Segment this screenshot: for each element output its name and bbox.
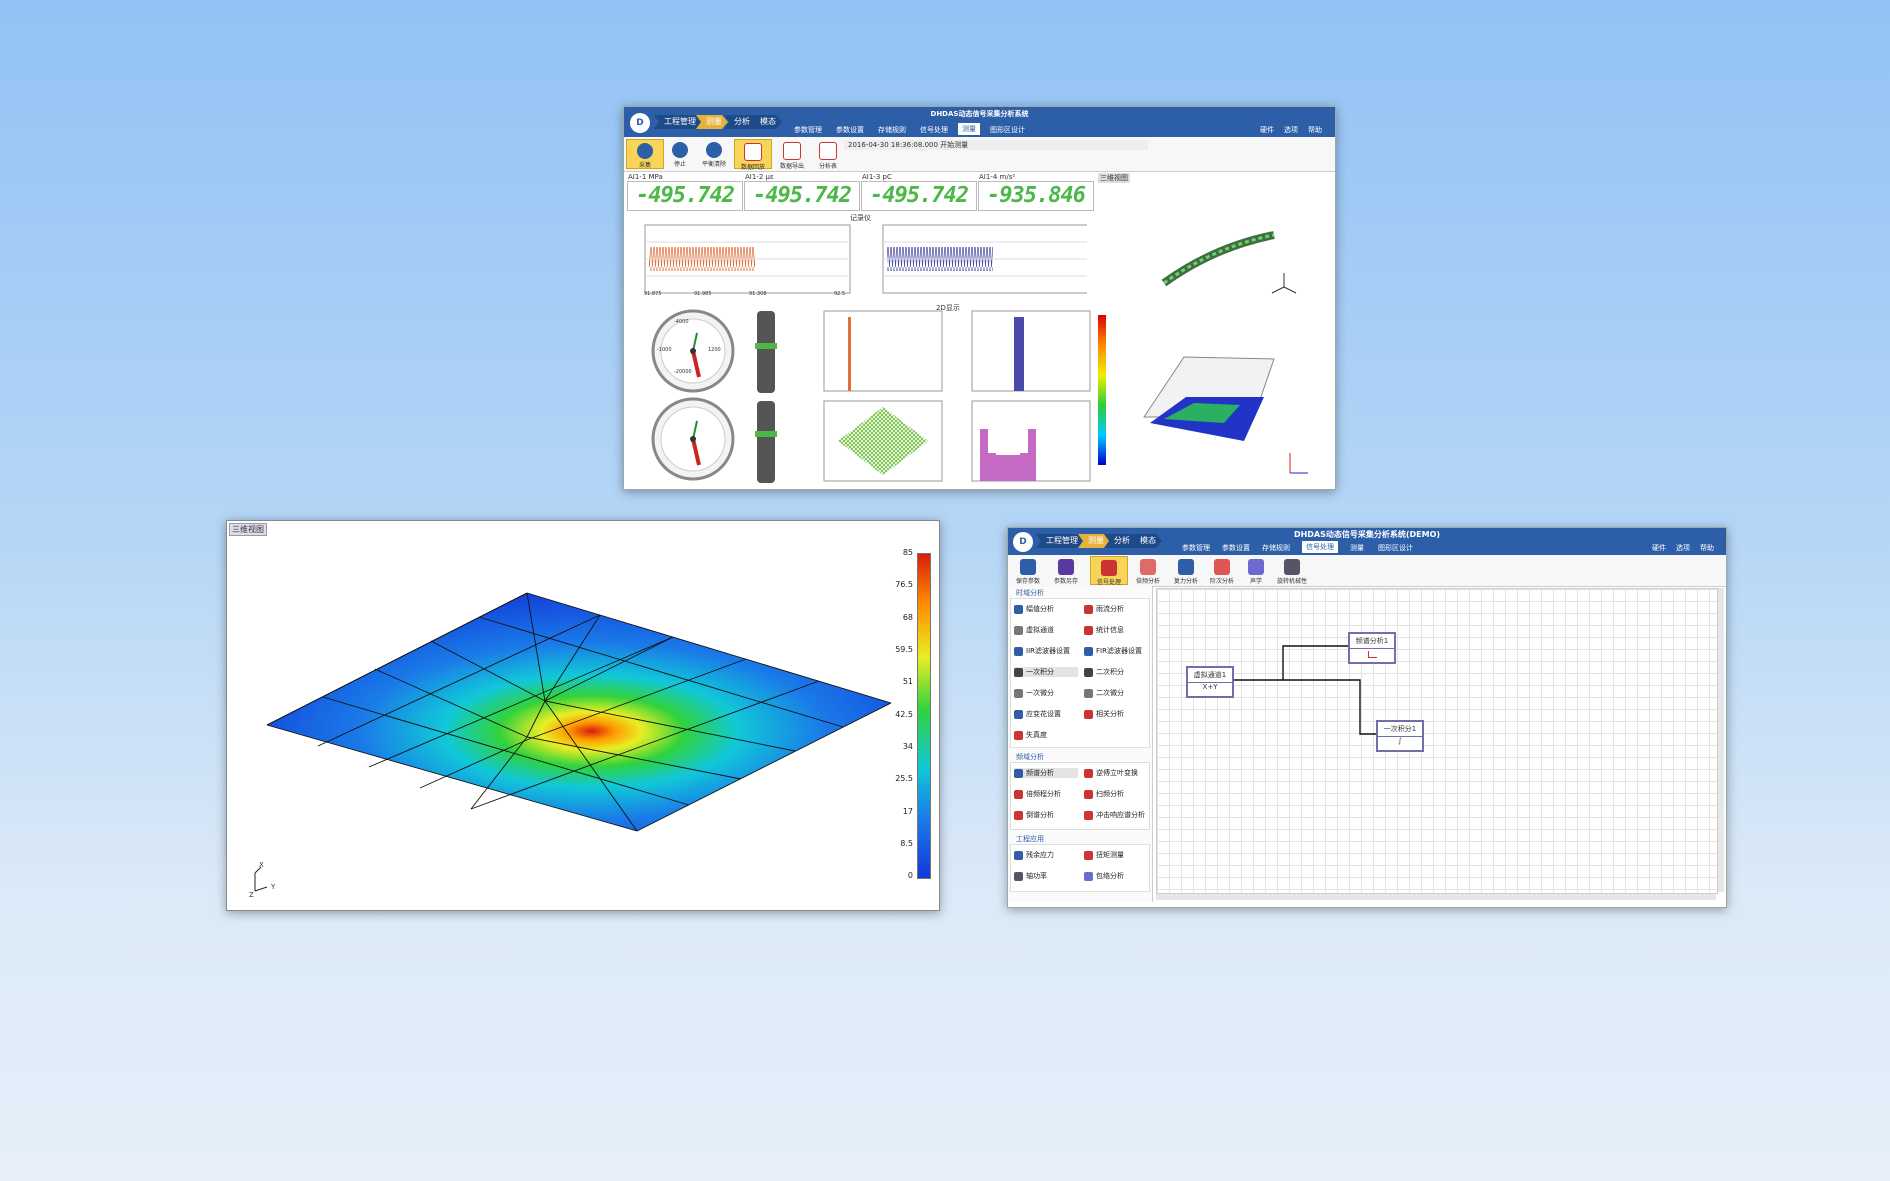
tab-signal[interactable]: 信号处理 (916, 124, 952, 136)
nav-step-project[interactable]: 工程管理 (654, 115, 702, 129)
axis-triad-1 (1271, 273, 1297, 294)
stop-button[interactable]: 停止 (662, 139, 698, 168)
spectrum-1-frame (823, 310, 943, 392)
spectrum-2-frame (971, 310, 1091, 392)
wave-tick-3: 91.308 (749, 291, 767, 297)
gauge-tick-1: -4000 (674, 319, 689, 325)
channel-label-1: AI1-1 MPa (628, 173, 663, 181)
tab-help[interactable]: 帮助 (1304, 124, 1326, 136)
playback-icon (744, 143, 762, 161)
node-integral[interactable]: 一次积分1 ∫ (1376, 720, 1424, 752)
spectrum-2-peak (1014, 317, 1024, 391)
beam-model (1161, 231, 1275, 287)
colorbar-tick: 59.5 (895, 645, 913, 654)
wave-tick-1: 91.875 (644, 291, 662, 297)
wave-tick-4: 92.5 (834, 291, 846, 297)
gauge-tick-4: -20000 (674, 369, 692, 375)
spectrum-panel (823, 310, 1091, 482)
tab-measure[interactable]: 测量 (958, 123, 980, 135)
playback-button[interactable]: 数据回放 (734, 139, 772, 171)
3d-view-label: 三维视图 (1098, 173, 1130, 183)
horizontal-scrollbar[interactable] (1156, 894, 1716, 900)
gauges-panel (651, 309, 777, 483)
3d-surface-window: 三维视图 X Y Z 85 76.5 68 59.5 51 42.5 34 25… (226, 520, 940, 911)
export-button[interactable]: 数据导出 (774, 139, 810, 170)
measurement-window: D DHDAS动态信号采集分析系统 工程管理 测量 分析 模态 参数管理 参数设… (623, 106, 1336, 490)
channel-label-4: AI1-4 m/s² (979, 173, 1016, 181)
spectrum-mini-icon (1367, 651, 1377, 658)
colorbar-tick: 0 (907, 871, 913, 880)
balance-clear-button[interactable]: 平衡清除 (696, 139, 732, 168)
status-bar-text: 2016-04-30 18:36:08.000 开始测量 (844, 140, 1148, 150)
colorbar-tick: 34 (902, 742, 913, 751)
tab-param-set[interactable]: 参数设置 (832, 124, 868, 136)
colorbar-tick: 8.5 (900, 839, 913, 848)
wave-tick-2: 91.985 (694, 291, 712, 297)
node-virtual-channel[interactable]: 虚拟通道1 X+Y (1186, 666, 1234, 698)
acquire-button[interactable]: 采集 (626, 139, 664, 169)
channel-label-3: AI1-3 pC (862, 173, 892, 181)
spectrum-1-peak (848, 317, 851, 391)
bar-meter-2-level (755, 431, 777, 437)
colorbar-tick: 85 (902, 548, 913, 557)
3d-views-panel (1143, 231, 1308, 474)
record-icon (637, 143, 653, 159)
colorbar-tick: 76.5 (895, 580, 913, 589)
gauge-tick-2: -1000 (657, 347, 672, 353)
axis-y-label: Y (271, 883, 276, 891)
digital-meter-4: -935.846 (978, 181, 1094, 211)
tab-options[interactable]: 选项 (1280, 124, 1302, 136)
gauge-2 (651, 397, 735, 481)
nav-step-analysis[interactable]: 分析 (724, 115, 756, 129)
flow-connectors (1232, 643, 1382, 737)
vertical-scrollbar[interactable] (1718, 588, 1724, 892)
title-bar: D DHDAS动态信号采集分析系统 工程管理 测量 分析 模态 参数管理 参数设… (624, 107, 1335, 137)
tab-storage[interactable]: 存储规则 (874, 124, 910, 136)
surface-plot (254, 592, 892, 892)
digital-meter-2: -495.742 (744, 181, 860, 211)
colorbar-tick: 51 (902, 677, 913, 686)
digital-meter-3: -495.742 (861, 181, 977, 211)
bar-meter-1 (757, 311, 775, 393)
stop-icon (672, 142, 688, 158)
axis-z-label: Z (249, 891, 254, 899)
analysis-table-button[interactable]: 分析表 (810, 139, 846, 170)
signal-processing-window: D DHDAS动态信号采集分析系统(DEMO) 工程管理 测量 分析 模态 参数… (1007, 527, 1727, 908)
surface-mesh-fill (267, 593, 891, 831)
gauge-tick-3: 1200 (708, 347, 721, 353)
channel-label-2: AI1-2 με (745, 173, 774, 181)
colorbar-tick: 68 (902, 613, 913, 622)
table-icon (819, 142, 837, 160)
node-spectrum-analysis[interactable]: 频谱分析1 (1348, 632, 1396, 664)
colorbar (917, 553, 931, 879)
colorbar-tick: 25.5 (895, 774, 913, 783)
ribbon: 采集 停止 平衡清除 数据回放 数据导出 分析表 2016-04-30 18:3… (624, 137, 1335, 172)
bar-meter-2 (757, 401, 775, 483)
bar-meter-1-level (755, 343, 777, 349)
axis-triad (254, 866, 268, 892)
tab-hardware[interactable]: 硬件 (1256, 124, 1278, 136)
colorbar-tick: 17 (902, 807, 913, 816)
axis-x-label: X (259, 861, 264, 869)
tab-param-mgmt[interactable]: 参数管理 (790, 124, 826, 136)
digital-meter-1: -495.742 (627, 181, 743, 211)
balance-icon (706, 142, 722, 158)
colorbar-tick: 42.5 (895, 710, 913, 719)
tab-graph-design[interactable]: 图形区设计 (986, 124, 1029, 136)
export-icon (783, 142, 801, 160)
colorbar-small (1098, 315, 1106, 465)
